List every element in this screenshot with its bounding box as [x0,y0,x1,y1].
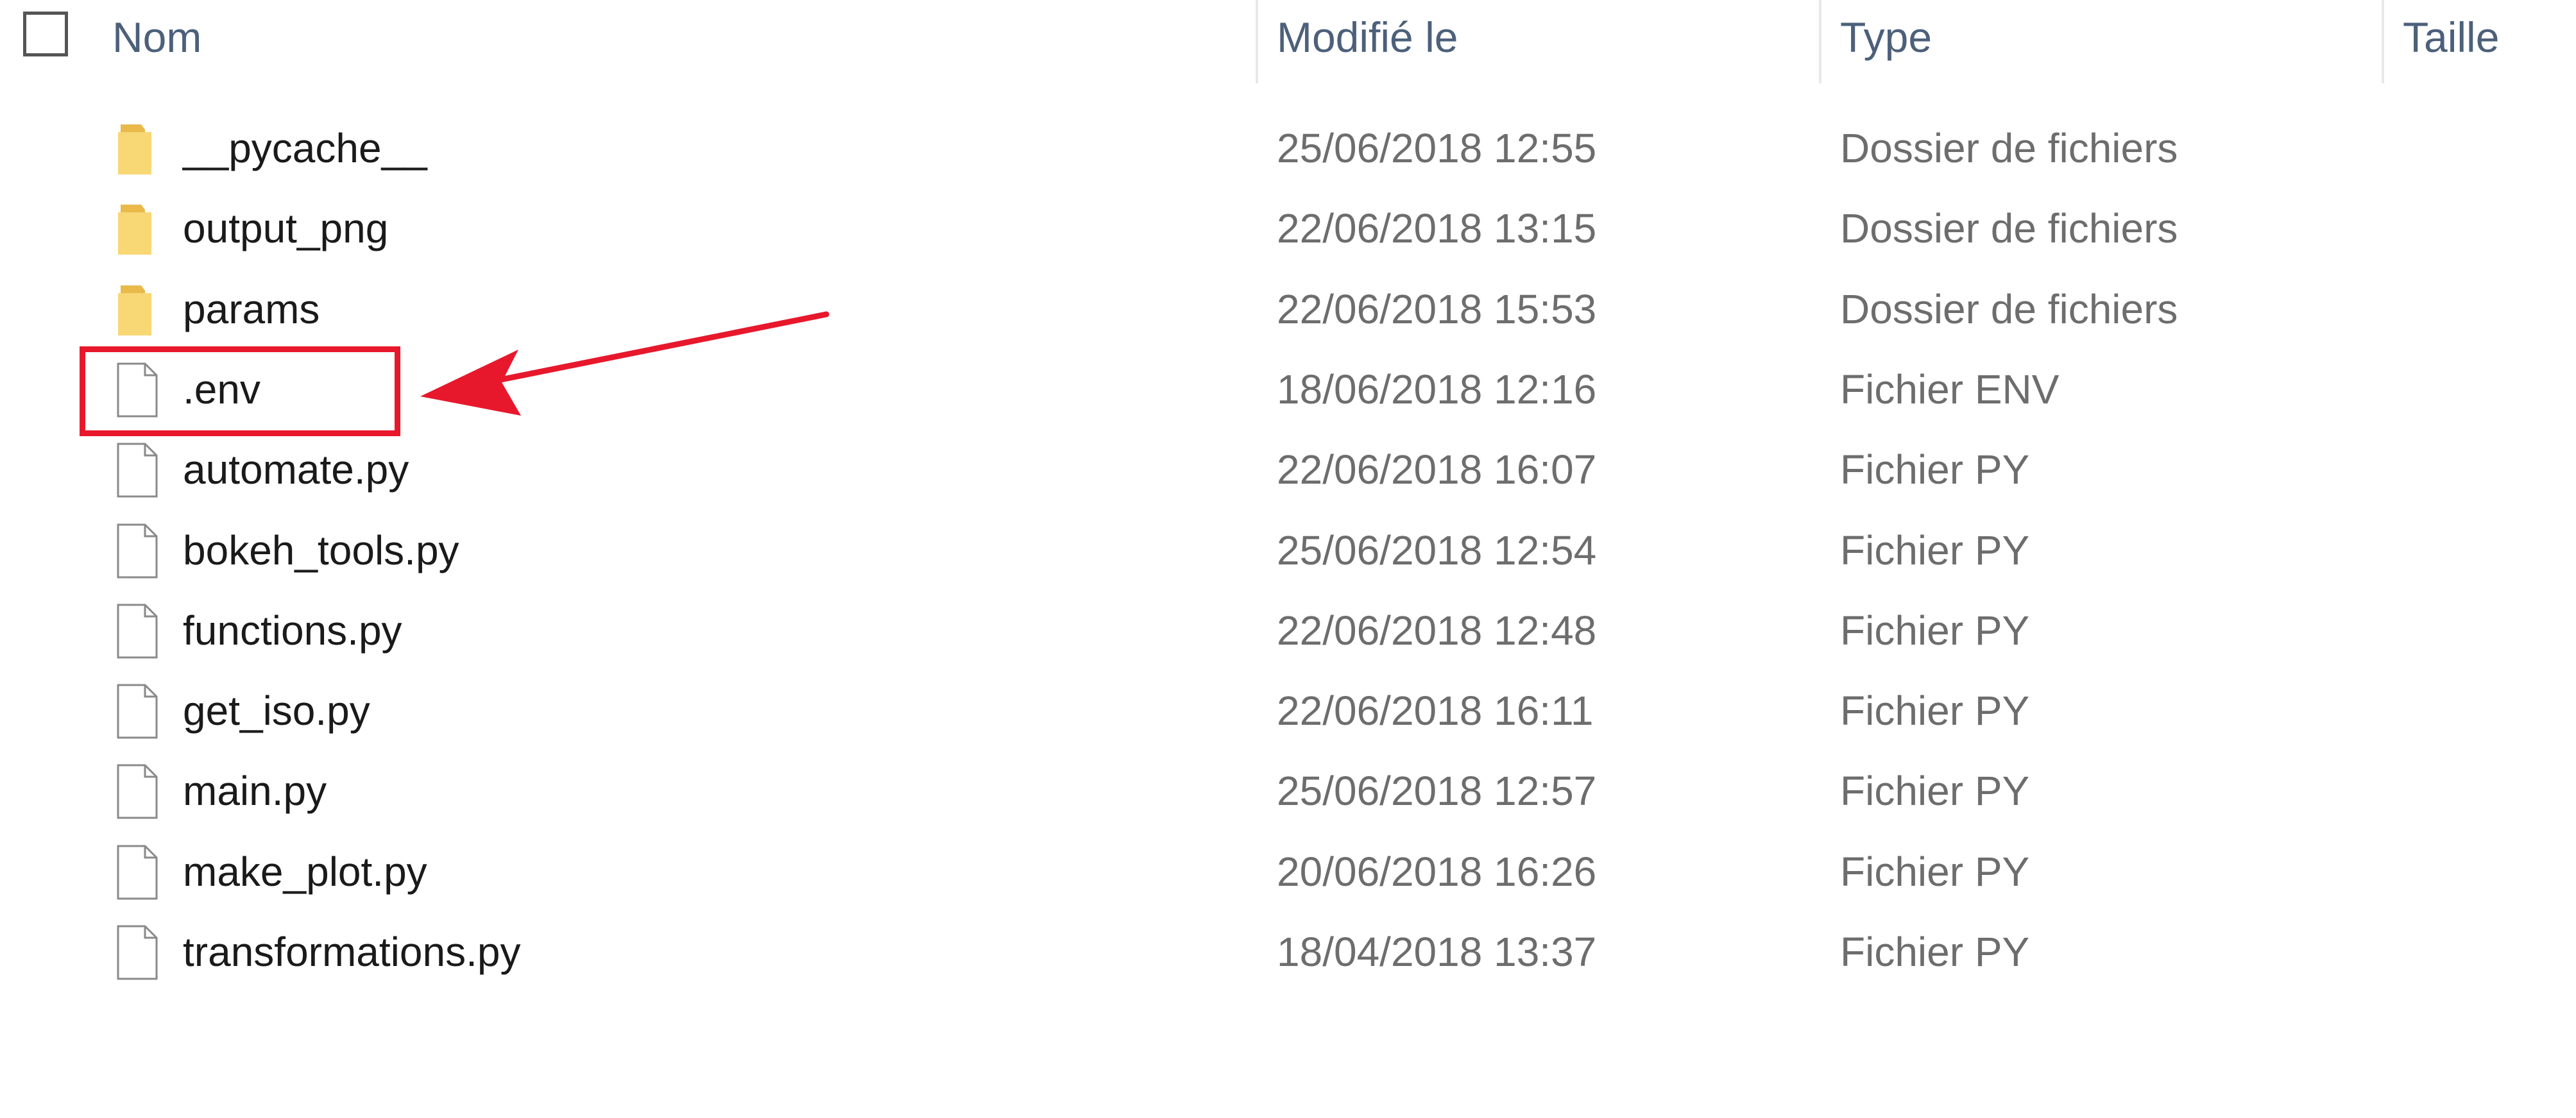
annotation-arrow-icon [420,311,830,416]
